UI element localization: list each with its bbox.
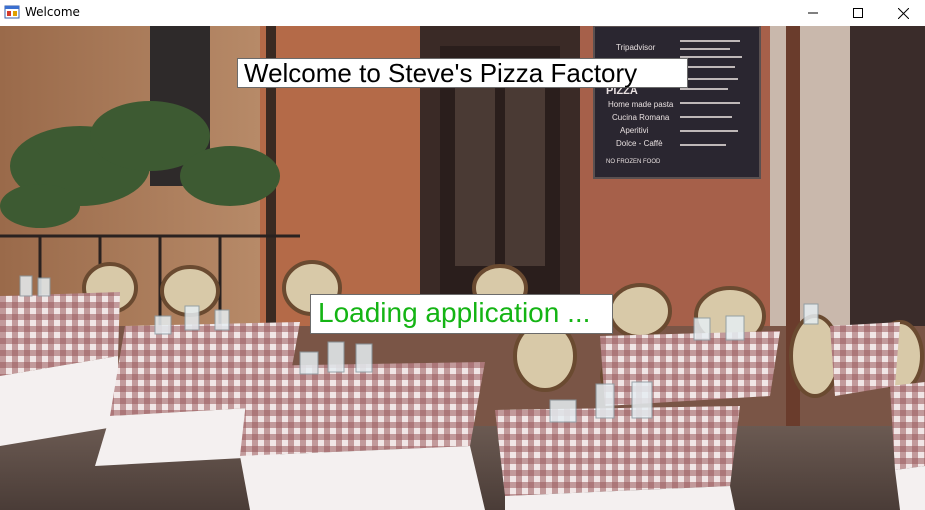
maximize-icon	[853, 8, 863, 18]
close-button[interactable]	[880, 0, 925, 26]
welcome-label: Welcome to Steve's Pizza Factory	[237, 58, 688, 88]
loading-status-label: Loading application ...	[310, 294, 613, 334]
close-icon	[897, 7, 909, 19]
window-title: Welcome	[25, 5, 80, 19]
maximize-button[interactable]	[835, 0, 881, 26]
restaurant-background-image: Tripadvisor PIZZA Home made pasta Cucina…	[0, 26, 925, 510]
svg-text:Aperitivi: Aperitivi	[620, 126, 649, 135]
app-window-icon[interactable]	[4, 4, 20, 20]
svg-text:Home made pasta: Home made pasta	[608, 100, 674, 109]
window-title-bar: Welcome	[0, 0, 925, 26]
svg-text:Dolce - Caffè: Dolce - Caffè	[616, 139, 663, 148]
svg-text:Tripadvisor: Tripadvisor	[616, 43, 656, 52]
minimize-icon	[808, 12, 818, 14]
svg-text:NO FROZEN FOOD: NO FROZEN FOOD	[606, 159, 661, 165]
menu-board: Tripadvisor PIZZA Home made pasta Cucina…	[593, 26, 761, 179]
minimize-button[interactable]	[790, 0, 836, 26]
svg-text:Cucina Romana: Cucina Romana	[612, 113, 670, 122]
